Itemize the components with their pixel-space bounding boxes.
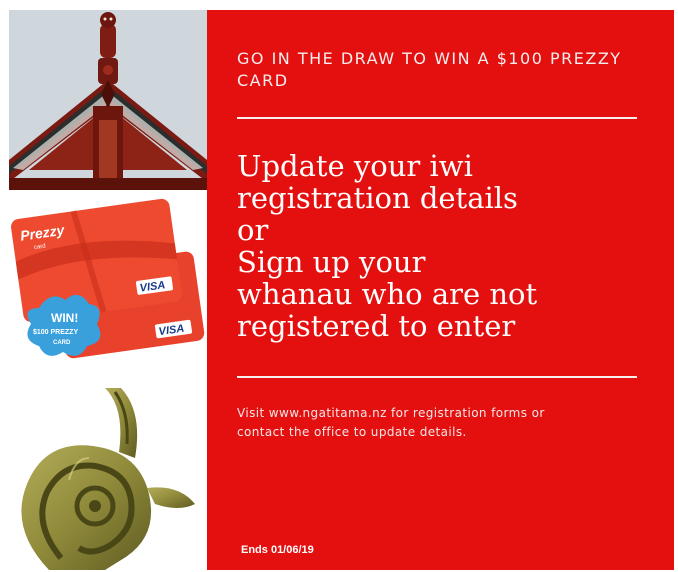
marae-carving-icon bbox=[9, 10, 207, 190]
poster: VISA Prezzy card VISA WIN! $100 PREZZY C… bbox=[9, 10, 674, 570]
divider-top bbox=[237, 117, 637, 119]
main-line: or bbox=[237, 213, 269, 247]
main-line: registration details bbox=[237, 181, 518, 215]
main-message: Update your iwi registration details or … bbox=[237, 150, 657, 342]
end-date: Ends 01/06/19 bbox=[241, 544, 314, 556]
divider-bottom bbox=[237, 376, 637, 378]
badge-line1: WIN! bbox=[51, 311, 78, 325]
badge-line2: $100 PREZZY bbox=[33, 329, 78, 336]
main-line: Sign up your bbox=[237, 245, 426, 279]
marae-carving-photo bbox=[9, 10, 207, 190]
image-column: VISA Prezzy card VISA WIN! $100 PREZZY C… bbox=[9, 10, 207, 570]
draw-headline: GO IN THE DRAW TO WIN A $100 PREZZY CARD bbox=[237, 49, 622, 90]
main-line: Update your iwi bbox=[237, 149, 473, 183]
prezzy-card-image: VISA Prezzy card VISA WIN! $100 PREZZY C… bbox=[9, 190, 207, 390]
pounamu-hook-icon bbox=[21, 388, 195, 570]
pounamu-carving-image bbox=[9, 388, 207, 570]
main-line: registered to enter bbox=[237, 309, 516, 343]
prezzy-card-icon: VISA Prezzy card VISA WIN! $100 PREZZY C… bbox=[11, 198, 205, 359]
main-line: whanau who are not bbox=[237, 277, 538, 311]
badge-line3: CARD bbox=[53, 340, 71, 346]
visit-instructions: Visit www.ngatitama.nz for registration … bbox=[237, 406, 545, 439]
red-content-panel: GO IN THE DRAW TO WIN A $100 PREZZY CARD… bbox=[207, 10, 674, 570]
